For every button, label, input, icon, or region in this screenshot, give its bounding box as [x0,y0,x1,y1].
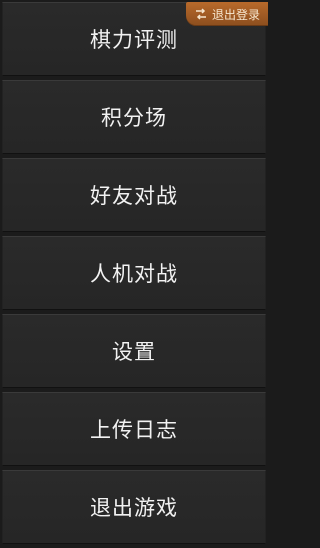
menu-item-label: 退出游戏 [90,496,178,520]
menu-item-label: 设置 [112,340,156,364]
menu-item-exit-game[interactable]: 退出游戏 [2,470,266,544]
main-menu-screen: 退出登录 棋力评测 积分场 好友对战 人机对战 设置 上传日志 退出游戏 [0,0,270,548]
menu-item-ai-battle[interactable]: 人机对战 [2,236,266,310]
menu-item-label: 上传日志 [90,418,178,442]
logout-label: 退出登录 [211,7,260,22]
menu-item-label: 好友对战 [90,184,178,208]
swap-icon [194,7,208,21]
menu-item-settings[interactable]: 设置 [2,314,266,388]
menu-item-ranked-match[interactable]: 积分场 [2,80,266,154]
menu-item-label: 棋力评测 [90,28,178,52]
menu-item-label: 积分场 [101,106,167,130]
menu-item-upload-log[interactable]: 上传日志 [2,392,266,466]
menu-item-label: 人机对战 [90,262,178,286]
menu-item-friend-battle[interactable]: 好友对战 [2,158,266,232]
logout-button[interactable]: 退出登录 [186,2,268,26]
menu-list: 棋力评测 积分场 好友对战 人机对战 设置 上传日志 退出游戏 [0,0,270,548]
